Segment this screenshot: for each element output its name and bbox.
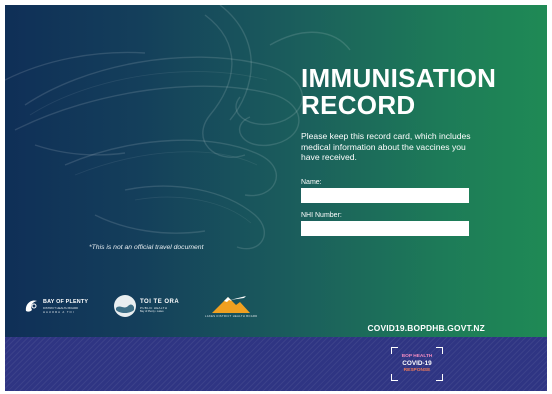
bop-logo-icon: [25, 300, 37, 312]
bottom-band: [5, 337, 547, 391]
intro-text: Please keep this record card, which incl…: [301, 131, 471, 162]
name-field[interactable]: [301, 188, 469, 203]
nhi-number-label: NHI Number:: [301, 212, 342, 219]
badge-line-2: COVID-19: [402, 360, 432, 367]
bop-logo-name: BAY OF PLENTY: [43, 299, 89, 305]
travel-disclaimer: *This is not an official travel document: [89, 244, 204, 251]
website-url[interactable]: COVID19.BOPDHB.GOVT.NZ: [368, 323, 485, 333]
nhi-number-field[interactable]: [301, 221, 469, 236]
badge-line-1: BOP HEALTH: [401, 354, 433, 359]
title-line-2: RECORD: [301, 90, 416, 120]
lakes-mountain-logo-icon: [212, 296, 250, 313]
toi-logo-name: TOI TE ORA: [140, 299, 180, 305]
lakes-dhb-logo: LAKES DISTRICT HEALTH BOARD: [205, 294, 275, 320]
covid-response-badge: BOP HEALTH COVID-19 RESPONSE: [391, 347, 443, 381]
bop-dhb-logo: BAY OF PLENTY DISTRICT HEALTH BOARD HAUO…: [23, 297, 101, 315]
badge-line-3: RESPONSE: [403, 368, 431, 373]
card-title: IMMUNISATION RECORD: [301, 65, 496, 119]
toi-logo-sub2: Bay of Plenty • Lakes: [140, 310, 164, 313]
toi-te-ora-logo-icon: [114, 295, 136, 317]
bop-logo-sub2: HAUORA A TOI: [43, 310, 75, 314]
lakes-logo-name: LAKES DISTRICT HEALTH BOARD: [205, 315, 258, 318]
toi-te-ora-logo: TOI TE ORA PUBLIC HEALTH Bay of Plenty •…: [113, 294, 203, 318]
immunisation-card: IMMUNISATION RECORD Please keep this rec…: [5, 5, 547, 391]
title-line-1: IMMUNISATION: [301, 63, 497, 93]
name-label: Name:: [301, 179, 322, 186]
